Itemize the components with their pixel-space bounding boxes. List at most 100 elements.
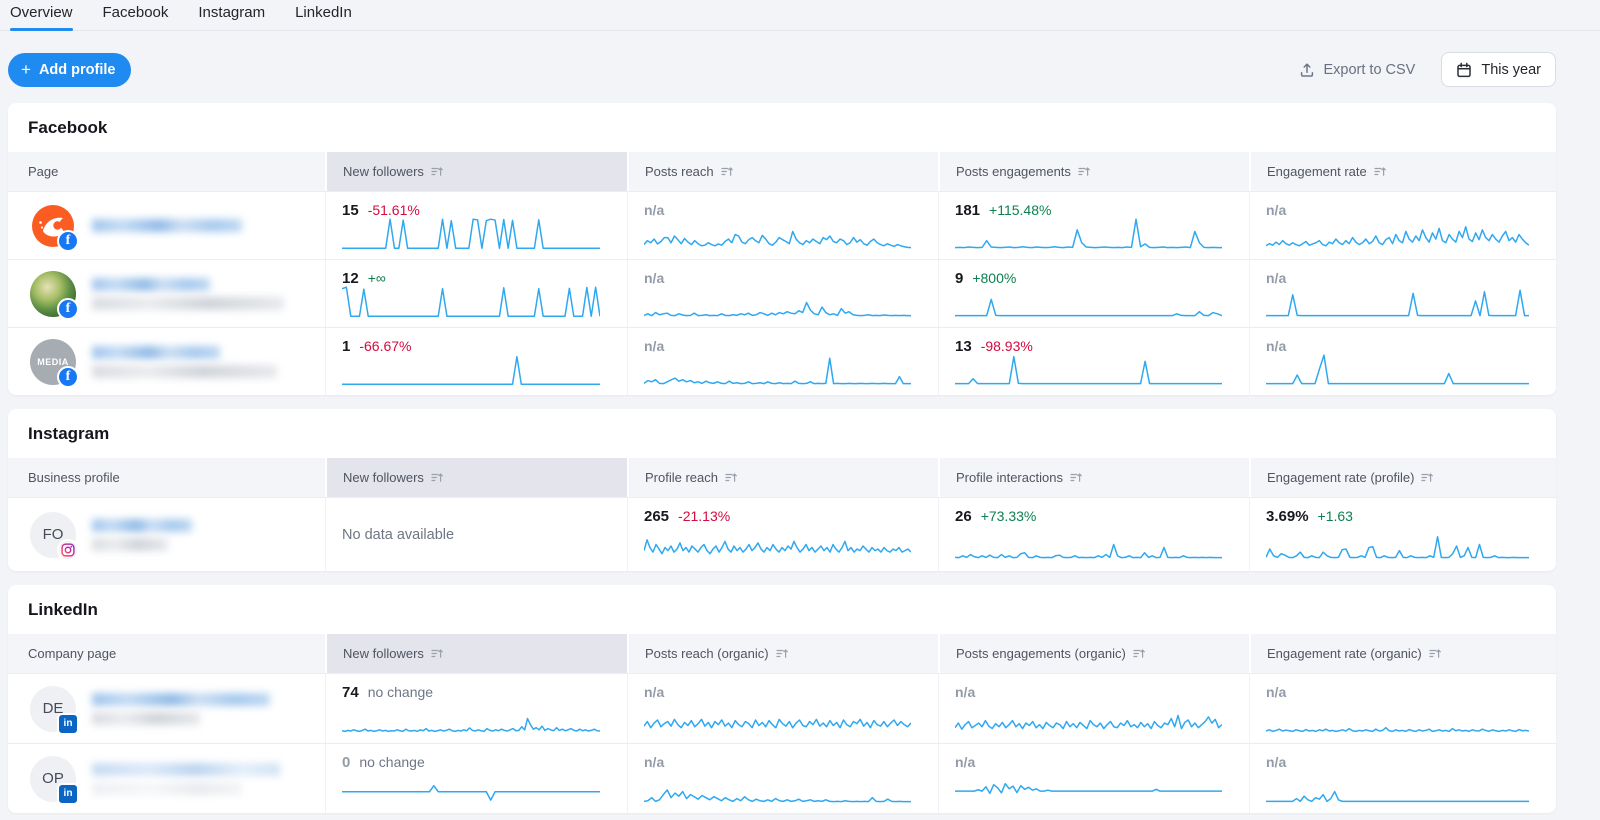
metric-new-followers: 74no change — [325, 674, 627, 743]
redacted-profile-name — [92, 763, 280, 776]
metric-delta: no change — [359, 754, 424, 770]
calendar-icon — [1456, 62, 1472, 78]
column-header-posts-engagements[interactable]: Posts engagements — [938, 152, 1249, 191]
sort-icon — [431, 647, 444, 660]
profile-cell[interactable]: f — [8, 260, 325, 327]
sort-icon — [431, 471, 444, 484]
export-upload-icon — [1299, 62, 1315, 78]
linkedin-table-header: Company page New followers Posts reach (… — [8, 634, 1556, 673]
redacted-profile-name — [92, 278, 210, 291]
redacted-profile-name — [92, 519, 192, 532]
export-label: Export to CSV — [1323, 62, 1415, 78]
sparkline-chart — [1266, 351, 1529, 386]
metric-delta: +1.63 — [1318, 508, 1353, 524]
column-header-engagement-rate[interactable]: Engagement rate — [1249, 152, 1556, 191]
sparkline-chart — [644, 525, 911, 560]
sparkline-chart — [644, 351, 911, 386]
linkedin-badge-icon: in — [57, 783, 79, 805]
metric-posts-engagements: 13-98.93% — [938, 328, 1249, 395]
sparkline-chart — [644, 215, 911, 250]
redacted-profile-name — [92, 219, 242, 232]
column-header-profile-interactions[interactable]: Profile interactions — [938, 458, 1249, 497]
sparkline-chart — [955, 215, 1222, 250]
column-header-company-page: Company page — [8, 634, 325, 673]
section-title-instagram: Instagram — [8, 409, 1556, 458]
column-header-new-followers[interactable]: New followers — [325, 152, 627, 191]
sort-icon — [1070, 471, 1083, 484]
sort-icon — [431, 165, 444, 178]
column-header-new-followers[interactable]: New followers — [325, 634, 627, 673]
metric-new-followers: 15-51.61% — [325, 192, 627, 259]
metric-engagement-rate: n/a — [1249, 260, 1556, 327]
table-row: f 12+∞ n/a 9+800% n/a — [8, 259, 1556, 327]
column-header-profile-reach[interactable]: Profile reach — [627, 458, 938, 497]
metric-posts-reach-organic: n/a — [627, 674, 938, 743]
table-row: MEDIA f 1-66.67% n/a 13-98.93% n/a — [8, 327, 1556, 395]
metric-engagement-rate: n/a — [1249, 192, 1556, 259]
export-to-csv-button[interactable]: Export to CSV — [1299, 62, 1415, 78]
section-title-linkedin: LinkedIn — [8, 585, 1556, 634]
sort-icon — [1421, 471, 1434, 484]
column-header-posts-engagements-organic[interactable]: Posts engagements (organic) — [938, 634, 1249, 673]
facebook-table-header: Page New followers Posts reach Posts eng… — [8, 152, 1556, 191]
sparkline-chart — [1266, 699, 1529, 734]
metric-posts-reach: n/a — [627, 192, 938, 259]
sort-icon — [1078, 165, 1091, 178]
column-header-page: Page — [8, 152, 325, 191]
metric-engagement-rate-profile: 3.69%+1.63 — [1249, 498, 1556, 571]
redacted-profile-subtitle — [92, 538, 168, 551]
metric-new-followers: No data available — [325, 498, 627, 571]
column-header-new-followers[interactable]: New followers — [325, 458, 627, 497]
column-header-engagement-rate-organic[interactable]: Engagement rate (organic) — [1249, 634, 1556, 673]
metric-posts-engagements: 181+115.48% — [938, 192, 1249, 259]
table-row: OP in 0no change n/a n/a n/a — [8, 743, 1556, 813]
profile-avatar-semrush: f — [30, 203, 76, 249]
sort-icon — [1374, 165, 1387, 178]
metric-posts-reach: n/a — [627, 328, 938, 395]
sparkline-chart — [644, 769, 911, 804]
profile-cell[interactable]: OP in — [8, 744, 325, 813]
profile-avatar-initials: DE in — [30, 686, 76, 732]
sort-icon — [725, 471, 738, 484]
sparkline-chart — [955, 525, 1222, 560]
sort-icon — [1429, 647, 1442, 660]
facebook-badge-icon: f — [57, 298, 79, 320]
sparkline-chart — [955, 769, 1222, 804]
date-range-label: This year — [1481, 62, 1541, 78]
column-header-posts-reach-organic[interactable]: Posts reach (organic) — [627, 634, 938, 673]
table-row: f 15-51.61% n/a 181+115.48% n/a — [8, 191, 1556, 259]
tab-instagram[interactable]: Instagram — [198, 4, 265, 30]
instagram-table-header: Business profile New followers Profile r… — [8, 458, 1556, 497]
section-title-facebook: Facebook — [8, 103, 1556, 152]
table-row: FO No data available 265-21.13% 26+73.33… — [8, 497, 1556, 571]
facebook-badge-icon: f — [57, 230, 79, 252]
metric-new-followers: 0no change — [325, 744, 627, 813]
profile-cell[interactable]: f — [8, 192, 325, 259]
sparkline-chart — [955, 283, 1222, 318]
add-profile-button[interactable]: + Add profile — [8, 53, 131, 87]
redacted-profile-subtitle — [92, 365, 277, 378]
profile-avatar-initials: OP in — [30, 756, 76, 802]
column-header-engagement-rate-profile[interactable]: Engagement rate (profile) — [1249, 458, 1556, 497]
profile-avatar-image: f — [30, 271, 76, 317]
metric-engagement-rate: n/a — [1249, 328, 1556, 395]
column-header-posts-reach[interactable]: Posts reach — [627, 152, 938, 191]
profile-cell[interactable]: DE in — [8, 674, 325, 743]
profile-cell[interactable]: MEDIA f — [8, 328, 325, 395]
profile-cell[interactable]: FO — [8, 498, 325, 571]
tab-facebook[interactable]: Facebook — [103, 4, 169, 30]
tab-linkedin[interactable]: LinkedIn — [295, 4, 352, 30]
metric-posts-engagements-organic: n/a — [938, 674, 1249, 743]
instagram-badge-icon — [57, 539, 79, 561]
sort-icon — [721, 165, 734, 178]
metric-new-followers: 12+∞ — [325, 260, 627, 327]
sparkline-chart — [1266, 215, 1529, 250]
metric-engagement-rate-organic: n/a — [1249, 744, 1556, 813]
toolbar: + Add profile Export to CSV This year — [0, 31, 1600, 103]
date-range-button[interactable]: This year — [1441, 52, 1556, 87]
metric-delta: no change — [368, 684, 433, 700]
top-tab-bar: Overview Facebook Instagram LinkedIn — [0, 0, 1600, 31]
metric-posts-engagements-organic: n/a — [938, 744, 1249, 813]
tab-overview[interactable]: Overview — [10, 4, 73, 30]
linkedin-section-card: LinkedIn Company page New followers Post… — [8, 585, 1556, 813]
